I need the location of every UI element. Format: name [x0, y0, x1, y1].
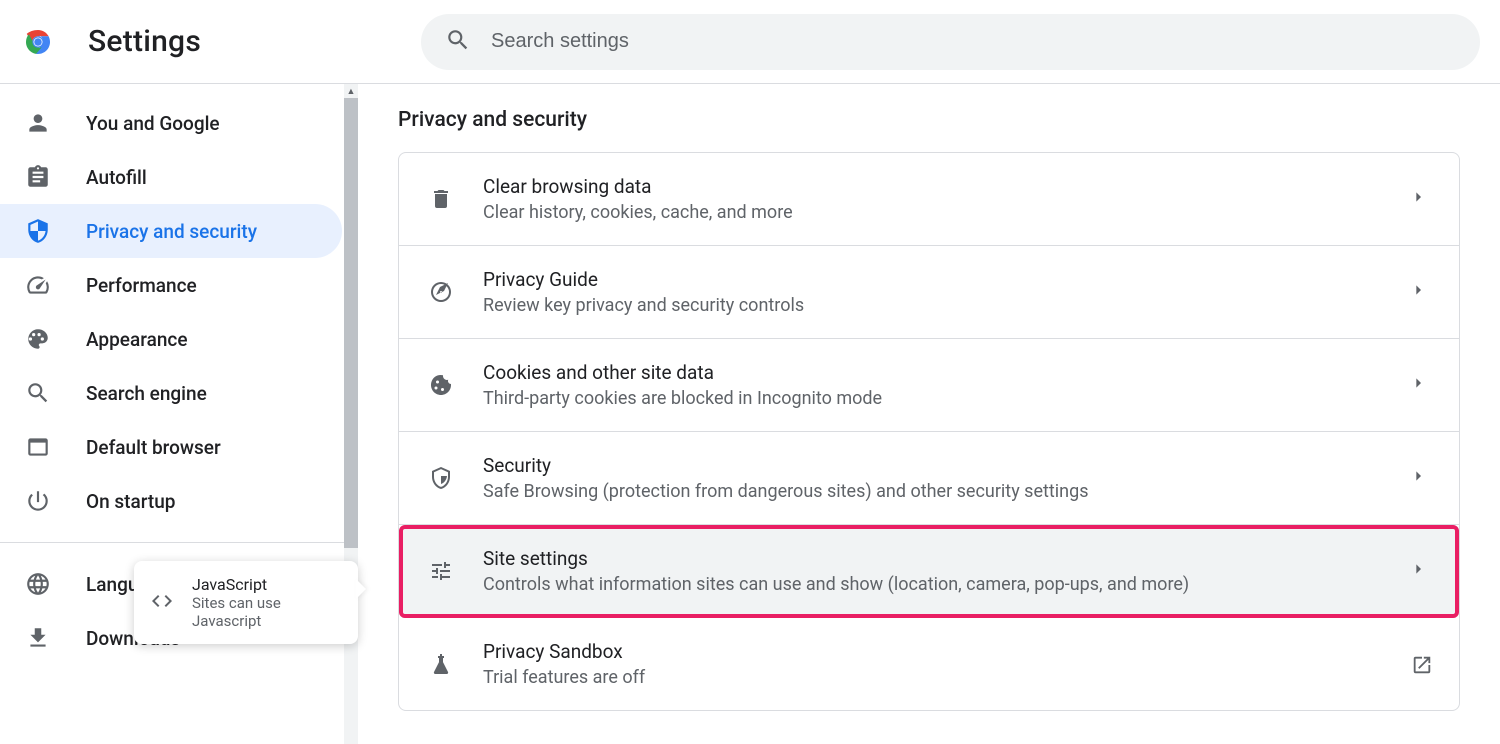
shield-icon — [24, 217, 52, 245]
row-title: Clear browsing data — [483, 175, 1383, 198]
tooltip-subtitle: Sites can use Javascript — [192, 594, 334, 630]
compass-icon — [427, 278, 455, 306]
tooltip-title: JavaScript — [192, 575, 334, 594]
sidebar-item-autofill[interactable]: Autofill — [0, 150, 342, 204]
sidebar-item-on-startup[interactable]: On startup — [0, 474, 342, 528]
row-subtitle: Review key privacy and security controls — [483, 295, 1383, 316]
sidebar-item-label: Search engine — [86, 382, 207, 405]
row-subtitle: Controls what information sites can use … — [483, 574, 1383, 595]
search-icon — [445, 27, 471, 57]
row-title: Privacy Sandbox — [483, 640, 1383, 663]
sidebar-item-label: Performance — [86, 274, 197, 297]
row-subtitle: Third-party cookies are blocked in Incog… — [483, 388, 1383, 409]
sidebar-item-search-engine[interactable]: Search engine — [0, 366, 342, 420]
sidebar: You and Google Autofill Privacy and secu… — [0, 84, 358, 744]
speedometer-icon — [24, 271, 52, 299]
row-title: Security — [483, 454, 1383, 477]
sidebar-item-label: Autofill — [86, 166, 147, 189]
person-icon — [24, 109, 52, 137]
chevron-right-icon — [1411, 375, 1431, 395]
sidebar-item-performance[interactable]: Performance — [0, 258, 342, 312]
shield-outline-icon — [427, 464, 455, 492]
tune-icon — [427, 557, 455, 585]
chrome-logo-icon — [20, 24, 56, 60]
browser-window-icon — [24, 433, 52, 461]
section-title: Privacy and security — [398, 108, 1460, 132]
clipboard-icon — [24, 163, 52, 191]
row-subtitle: Clear history, cookies, cache, and more — [483, 202, 1383, 223]
sidebar-item-label: On startup — [86, 490, 176, 513]
sidebar-item-label: Default browser — [86, 436, 221, 459]
search-bar[interactable] — [421, 14, 1480, 70]
sidebar-item-appearance[interactable]: Appearance — [0, 312, 342, 366]
palette-icon — [24, 325, 52, 353]
row-site-settings[interactable]: Site settings Controls what information … — [399, 525, 1459, 618]
row-privacy-guide[interactable]: Privacy Guide Review key privacy and sec… — [399, 246, 1459, 339]
open-in-new-icon — [1411, 654, 1431, 674]
scrollbar-thumb[interactable] — [344, 98, 358, 548]
code-icon — [150, 589, 174, 617]
globe-icon — [24, 570, 52, 598]
chevron-right-icon — [1411, 282, 1431, 302]
sidebar-item-you-and-google[interactable]: You and Google — [0, 96, 342, 150]
sidebar-item-privacy-security[interactable]: Privacy and security — [0, 204, 342, 258]
sidebar-item-label: Privacy and security — [86, 220, 257, 243]
row-title: Cookies and other site data — [483, 361, 1383, 384]
chevron-right-icon — [1411, 561, 1431, 581]
page-title: Settings — [88, 24, 201, 59]
trash-icon — [427, 185, 455, 213]
search-input[interactable] — [491, 30, 1456, 53]
row-privacy-sandbox[interactable]: Privacy Sandbox Trial features are off — [399, 618, 1459, 710]
row-subtitle: Trial features are off — [483, 667, 1383, 688]
main-content: Privacy and security Clear browsing data… — [358, 84, 1500, 744]
chevron-right-icon — [1411, 189, 1431, 209]
row-clear-browsing-data[interactable]: Clear browsing data Clear history, cooki… — [399, 153, 1459, 246]
row-subtitle: Safe Browsing (protection from dangerous… — [483, 481, 1383, 502]
power-icon — [24, 487, 52, 515]
tooltip-javascript: JavaScript Sites can use Javascript — [134, 561, 358, 644]
row-cookies[interactable]: Cookies and other site data Third-party … — [399, 339, 1459, 432]
cookie-icon — [427, 371, 455, 399]
flask-icon — [427, 650, 455, 678]
sidebar-item-label: You and Google — [86, 112, 220, 135]
sidebar-separator — [0, 542, 358, 543]
download-icon — [24, 624, 52, 652]
chevron-right-icon — [1411, 468, 1431, 488]
row-title: Site settings — [483, 547, 1383, 570]
sidebar-item-label: Appearance — [86, 328, 188, 351]
app-header: Settings — [0, 0, 1500, 84]
row-security[interactable]: Security Safe Browsing (protection from … — [399, 432, 1459, 525]
scrollbar[interactable]: ▲ — [344, 84, 358, 744]
scrollbar-up-icon[interactable]: ▲ — [344, 84, 358, 98]
sidebar-item-default-browser[interactable]: Default browser — [0, 420, 342, 474]
settings-card: Clear browsing data Clear history, cooki… — [398, 152, 1460, 711]
search-icon — [24, 379, 52, 407]
row-title: Privacy Guide — [483, 268, 1383, 291]
